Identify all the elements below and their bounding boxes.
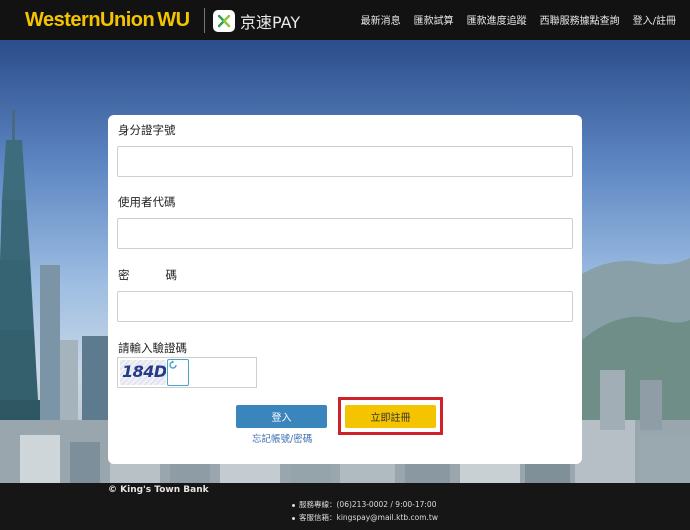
user-code-input[interactable] — [117, 218, 573, 249]
copyright-text: © King's Town Bank — [108, 485, 209, 495]
password-input[interactable] — [117, 291, 573, 322]
western-union-wordmark: WesternUnion — [25, 8, 155, 31]
email-line: 客服信箱：kingspay@mail.ktb.com.tw — [292, 512, 438, 523]
captcha-code: 184D — [122, 362, 166, 381]
password-label-part-1: 密 — [118, 268, 130, 282]
login-button[interactable]: 登入 — [236, 405, 327, 428]
captcha-group: 184D — [117, 357, 257, 388]
logo-divider — [204, 8, 205, 33]
id-number-label: 身分證字號 — [118, 123, 176, 137]
email-text: 客服信箱：kingspay@mail.ktb.com.tw — [299, 513, 439, 522]
forgot-account-link[interactable]: 忘記帳號/密碼 — [252, 431, 312, 445]
login-card: 身分證字號 使用者代碼 密碼 請輸入驗證碼 184D 登入 忘記帳號/密碼 立即… — [108, 115, 582, 464]
captcha-refresh-button[interactable] — [167, 359, 189, 386]
register-button[interactable]: 立即註冊 — [345, 405, 436, 428]
nav-latest-news[interactable]: 最新消息 — [361, 12, 401, 27]
bullet-dot — [292, 516, 295, 520]
nav-login-register[interactable]: 登入/註冊 — [633, 12, 676, 27]
user-code-label: 使用者代碼 — [118, 195, 176, 209]
ktb-pay-logo[interactable]: 京速PAY — [213, 8, 300, 33]
main-nav: 最新消息 匯款試算 匯款進度追蹤 西聯服務據點查詢 登入/註冊 — [361, 12, 676, 27]
wu-mark: WU — [157, 8, 190, 31]
bullet-dot — [292, 503, 295, 507]
top-navigation-bar: WesternUnion WU 京速PAY 最新消息 匯款試算 匯款進度追蹤 西… — [0, 0, 690, 40]
password-label-part-2: 碼 — [165, 268, 178, 282]
city-skyline-background: 身分證字號 使用者代碼 密碼 請輸入驗證碼 184D 登入 忘記帳號/密碼 立即… — [0, 40, 690, 483]
nav-remittance-tracking[interactable]: 匯款進度追蹤 — [467, 12, 527, 27]
refresh-icon — [169, 360, 177, 369]
western-union-logo[interactable]: WesternUnion WU — [25, 8, 190, 32]
id-number-input[interactable] — [117, 146, 573, 177]
captcha-image: 184D — [120, 360, 166, 385]
ktb-pay-name: 京速PAY — [240, 12, 301, 32]
ktb-leaf-icon — [213, 9, 235, 32]
hotline-text: 服務專線：(06)213-0002 / 9:00-17:00 — [299, 500, 437, 509]
captcha-input[interactable] — [191, 359, 255, 386]
footer: © King's Town Bank 服務專線：(06)213-0002 / 9… — [0, 483, 690, 530]
nav-location-search[interactable]: 西聯服務據點查詢 — [540, 12, 620, 27]
captcha-label: 請輸入驗證碼 — [118, 341, 187, 355]
hotline-line: 服務專線：(06)213-0002 / 9:00-17:00 — [292, 499, 436, 510]
password-label: 密碼 — [118, 267, 177, 283]
nav-remittance-calculator[interactable]: 匯款試算 — [414, 12, 454, 27]
